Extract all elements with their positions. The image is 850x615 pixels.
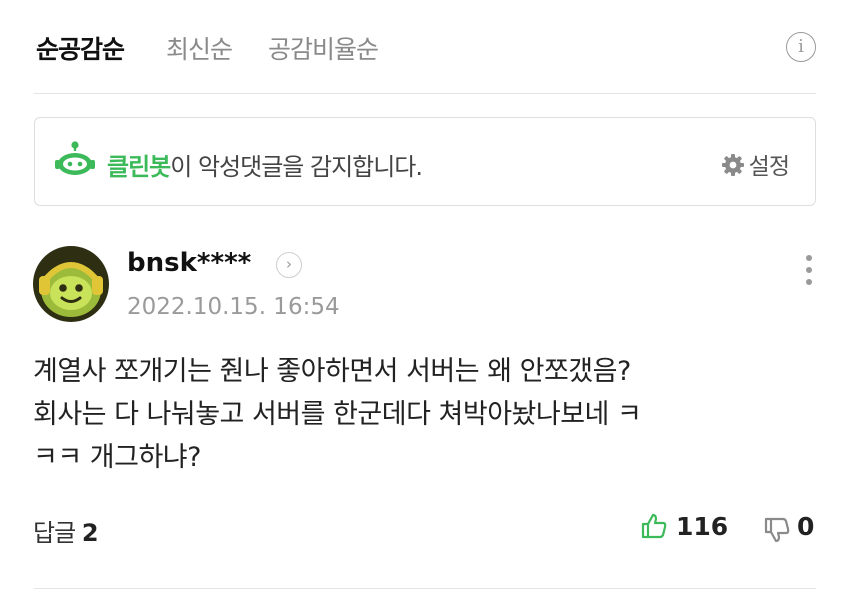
cleanbot-brand: 클린봇 [107,153,171,181]
comment-line: 계열사 쪼개기는 줜나 좋아하면서 서버는 왜 안쪼갰음? [33,356,631,387]
thumbs-down-icon[interactable] [763,516,791,544]
gear-icon [721,154,744,176]
like-count: 116 [676,512,729,541]
replies-label: 답글 [33,519,76,547]
cleanbot-message: 클린봇이 악성댓글을 감지합니다. [107,147,423,182]
cleanbot-message-text: 이 악성댓글을 감지합니다. [170,153,423,181]
settings-label: 설정 [748,154,790,180]
avatar[interactable] [33,246,109,322]
comment-username[interactable]: bnsk**** [127,248,251,278]
comment-text: 계열사 쪼개기는 줜나 좋아하면서 서버는 왜 안쪼갰음? 회사는 다 나눠놓고… [33,350,823,479]
thumbs-up-icon[interactable] [640,512,668,540]
more-vertical-icon[interactable] [806,255,812,291]
comment-line: ㅋㅋ 개그하냐? [33,442,201,473]
sort-bar: 순공감순 최신순 공감비율순 i [0,0,850,93]
cleanbot-banner: 클린봇이 악성댓글을 감지합니다. 설정 [34,117,816,206]
sort-option-like-ratio[interactable]: 공감비율순 [268,30,379,66]
replies-count: 2 [81,519,99,547]
replies-button[interactable]: 답글 2 [33,513,98,548]
info-icon[interactable]: i [786,32,816,62]
dislike-count: 0 [797,512,815,541]
comment-line: 회사는 다 나눠놓고 서버를 한군데다 쳐박아놨나보네 ㅋ [33,399,642,430]
sort-option-likes[interactable]: 순공감순 [36,30,125,66]
comment-timestamp: 2022.10.15. 16:54 [127,294,340,320]
cleanbot-settings-button[interactable]: 설정 [721,147,790,181]
sort-option-latest[interactable]: 최신순 [166,30,233,66]
divider [34,588,816,589]
chevron-right-icon[interactable]: › [276,252,302,278]
divider [34,93,816,94]
cleanbot-robot-icon [55,141,95,175]
